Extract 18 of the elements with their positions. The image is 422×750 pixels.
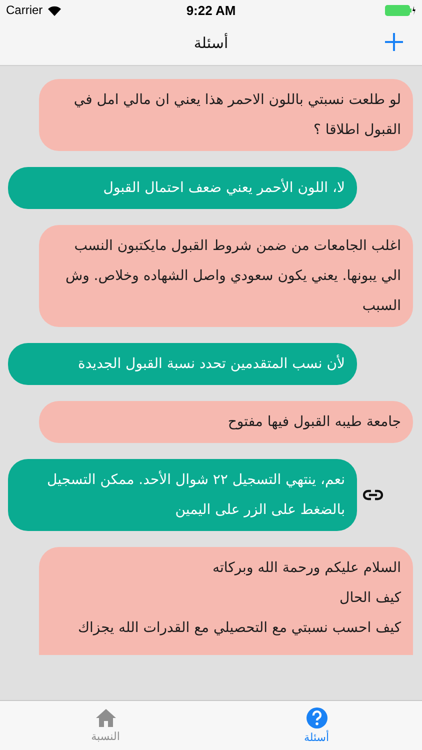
screen-title: أسئلة	[194, 34, 228, 52]
help-icon	[306, 707, 328, 729]
question-bubble: جامعة طيبه القبول فيها مفتوح	[39, 401, 413, 443]
question-bubble: اغلب الجامعات من ضمن شروط القبول مايكتبون النسب الي يبونها. يعني يكون سعودي واصل الشهاده وخلاص. وش السبب	[39, 225, 413, 327]
answer-bubble: لا، اللون الأحمر يعني ضعف احتمال القبول	[8, 167, 357, 209]
question-bubble: لو طلعت نسبتي باللون الاحمر هذا يعني ان مالي امل في القبول اطلاقا ؟	[39, 79, 413, 151]
tab-bar-item[interactable]: النسبة	[0, 701, 211, 750]
house-icon	[94, 708, 116, 728]
battery-icon	[385, 4, 416, 16]
question-bubble: السلام عليكم ورحمة الله وبركاته كيف الحال كيف احسب نسبتي مع التحصيلي مع القدرات الله يجزاك	[39, 547, 413, 655]
add-icon[interactable]	[384, 32, 404, 52]
answer-bubble: نعم، ينتهي التسجيل ٢٢ شوال الأحد. ممكن التسجيل بالضغط على الزر على اليمين	[8, 459, 357, 531]
carrier-label: Carrier	[6, 3, 43, 17]
tab-bar-item[interactable]: أسئلة	[211, 701, 422, 750]
answer-bubble: لأن نسب المتقدمين تحدد نسبة القبول الجديدة	[8, 343, 357, 385]
wifi-icon	[46, 4, 62, 16]
clock-time: 9:22 AM	[186, 2, 236, 18]
link-icon[interactable]	[363, 489, 383, 501]
